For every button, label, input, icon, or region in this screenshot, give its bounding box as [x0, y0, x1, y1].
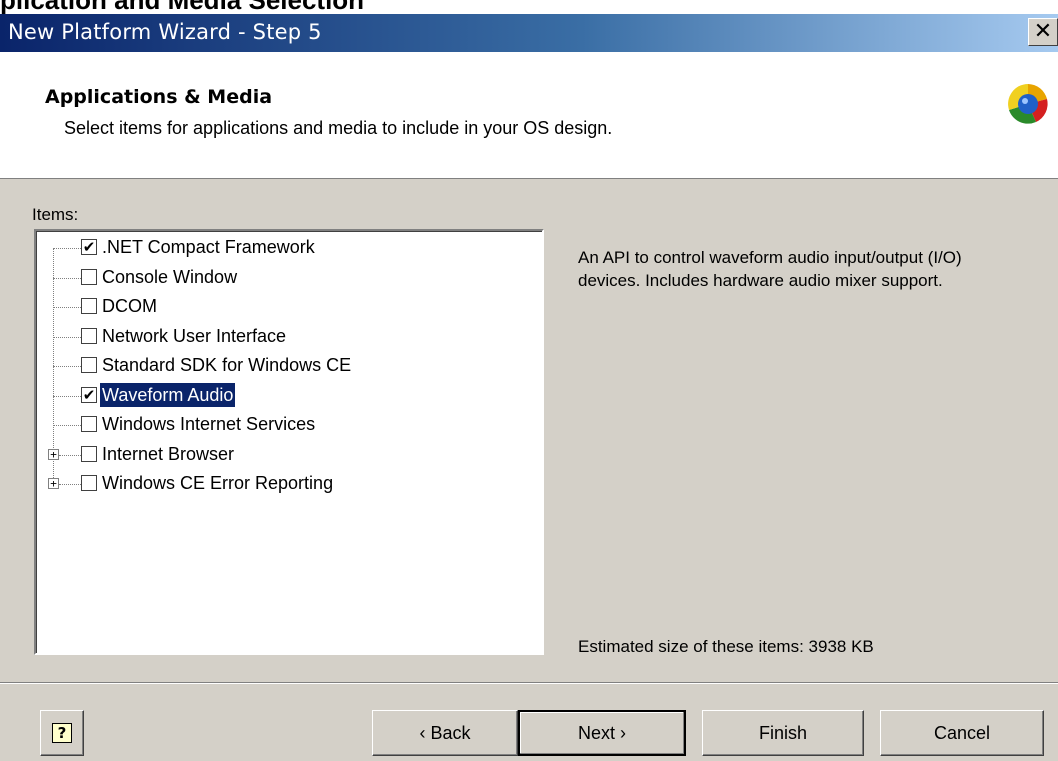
tree-connector: [53, 425, 81, 426]
tree-item-label: Internet Browser: [102, 443, 235, 464]
page-subtitle: Select items for applications and media …: [64, 118, 613, 138]
tree-connector: [53, 395, 81, 397]
tree-item-label: Console Window: [102, 266, 238, 287]
item-checkbox[interactable]: [81, 475, 97, 491]
back-button[interactable]: ‹ Back: [372, 710, 518, 756]
item-description: An API to control waveform audio input/o…: [578, 248, 962, 290]
page-caption: plication and Media Selection: [0, 0, 1058, 14]
expand-icon[interactable]: +: [48, 448, 59, 460]
tree-connector: [53, 307, 81, 308]
tree-item[interactable]: Windows Internet Services: [36, 411, 536, 439]
tree-item-label: Windows Internet Services: [102, 414, 316, 434]
tree-connector: [59, 484, 81, 485]
tree-item-label: DCOM: [102, 296, 157, 316]
item-checkbox[interactable]: [81, 327, 97, 344]
cancel-button[interactable]: Cancel: [880, 710, 1044, 756]
tree-item[interactable]: Console Window: [36, 264, 536, 292]
tree-connector: [59, 454, 81, 456]
tree-connector: [53, 336, 81, 338]
wizard-logo-icon: [1008, 84, 1048, 124]
tree-item[interactable]: + Internet Browser: [36, 441, 536, 469]
close-icon: ✕: [1033, 19, 1053, 44]
tree-connector: [53, 366, 81, 367]
item-checkbox[interactable]: [81, 445, 97, 462]
tree-item-label: Network User Interface: [102, 325, 287, 346]
wizard-header: Applications & Media Select items for ap…: [0, 52, 1058, 179]
close-button[interactable]: ✕: [1028, 18, 1058, 46]
page-title: Applications & Media: [45, 86, 273, 108]
tree-item[interactable]: Network User Interface: [36, 323, 536, 351]
tree-connector: [53, 277, 81, 279]
help-button[interactable]: ?: [40, 710, 84, 756]
items-tree[interactable]: ✔ .NET Compact Framework Console Window DCO…: [34, 229, 544, 655]
window-title: New Platform Wizard - Step 5: [8, 20, 322, 44]
next-button[interactable]: Next ›: [518, 710, 686, 756]
wizard-window: New Platform Wizard - Step 5 ✕ Applicati…: [0, 14, 1058, 761]
tree-connector: [53, 248, 81, 249]
tree-item[interactable]: ✔ Waveform Audio: [36, 382, 536, 410]
finish-button[interactable]: Finish: [702, 710, 864, 756]
tree-item[interactable]: + Windows CE Error Reporting: [36, 470, 536, 498]
tree-item-label: Windows CE Error Reporting: [102, 473, 334, 493]
title-bar[interactable]: New Platform Wizard - Step 5 ✕: [0, 14, 1058, 52]
tree-item-label: Waveform Audio: [100, 382, 236, 407]
item-checkbox[interactable]: [81, 416, 97, 432]
tree-item-label: .NET Compact Framework: [102, 237, 315, 257]
item-checkbox[interactable]: ✔: [81, 239, 97, 255]
help-icon: ?: [52, 723, 72, 743]
items-label: Items:: [32, 205, 79, 224]
estimated-size: Estimated size of these items: 3938 KB: [578, 637, 874, 656]
item-checkbox[interactable]: ✔: [81, 386, 97, 403]
item-checkbox[interactable]: [81, 298, 97, 314]
tree-item[interactable]: DCOM: [36, 293, 536, 321]
item-checkbox[interactable]: [81, 357, 97, 373]
item-checkbox[interactable]: [81, 268, 97, 285]
tree-item[interactable]: Standard SDK for Windows CE: [36, 352, 536, 380]
tree-item[interactable]: ✔ .NET Compact Framework: [36, 234, 536, 262]
footer-separator-highlight: [0, 683, 1058, 684]
expand-icon[interactable]: +: [48, 478, 59, 489]
tree-item-label: Standard SDK for Windows CE: [102, 355, 352, 375]
